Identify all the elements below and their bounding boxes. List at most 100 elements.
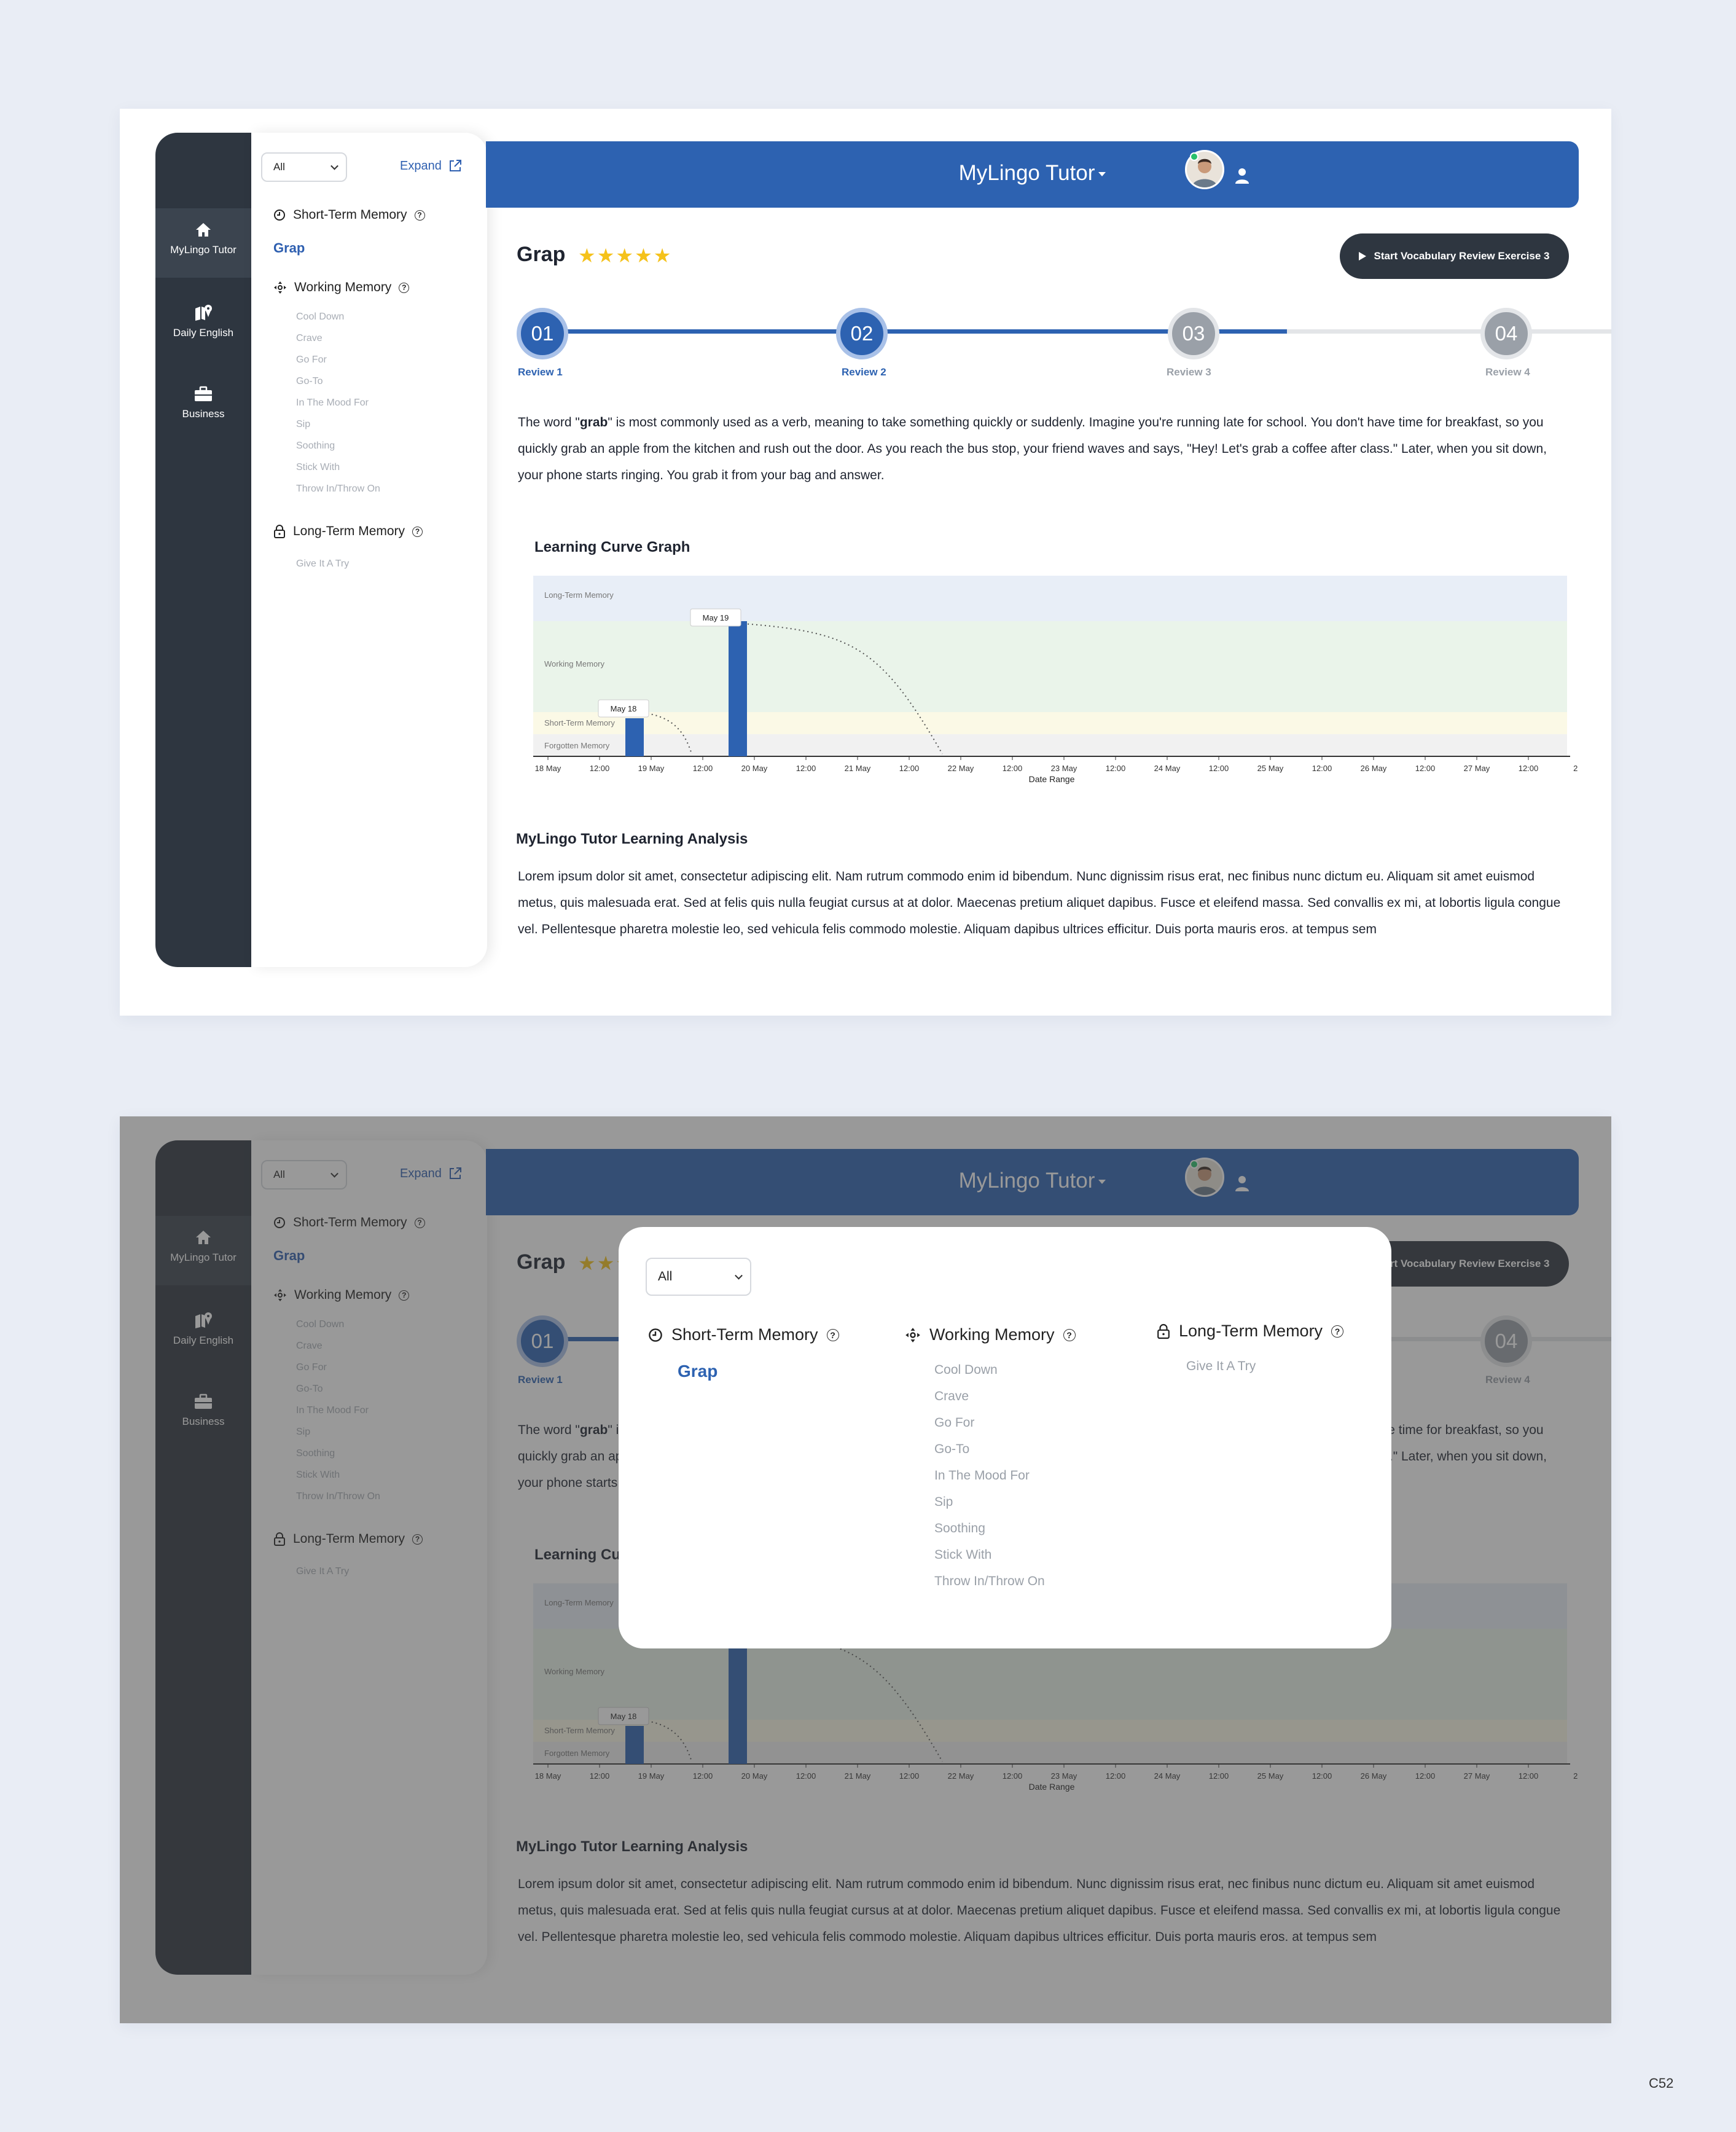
x-tick-labels: 18 May 12:00 19 May 12:00 20 May 12:00 21 May 1… <box>535 756 1578 773</box>
list-item[interactable]: Crave <box>934 1383 1076 1409</box>
list-item[interactable]: Soothing <box>934 1515 1076 1542</box>
map-pin-icon <box>195 305 212 321</box>
list-item[interactable]: Go For <box>296 349 380 370</box>
x-tick-label: 12:00 <box>1519 764 1539 773</box>
list-item[interactable]: Throw In/Throw On <box>296 478 380 500</box>
step-label: Review 4 <box>1485 366 1530 378</box>
x-tick-label: 12:00 <box>796 764 816 773</box>
step-review-2[interactable]: 02 <box>836 308 888 359</box>
help-icon[interactable]: ? <box>399 282 410 293</box>
filter-select[interactable]: All <box>261 152 347 182</box>
list-item[interactable]: In The Mood For <box>296 392 380 413</box>
working-memory-list: Cool Down Crave Go For Go-To In The Mood… <box>296 306 380 500</box>
short-term-memory-header[interactable]: Short-Term Memory ? <box>648 1325 839 1344</box>
main-screen: MyLingo Tutor Daily English Business All… <box>120 109 1611 1016</box>
x-tick-label: 27 May <box>1464 764 1490 773</box>
band-forgotten <box>533 734 1567 756</box>
x-tick-label: 23 May <box>1051 764 1077 773</box>
expand-button[interactable]: Expand <box>400 159 463 173</box>
popup-filter-select[interactable]: All <box>646 1258 751 1296</box>
list-item[interactable]: Cool Down <box>296 306 380 327</box>
working-memory-header[interactable]: Working Memory ? <box>905 1325 1076 1344</box>
x-tick-label: 21 May <box>845 764 871 773</box>
list-item[interactable]: Throw In/Throw On <box>934 1568 1076 1594</box>
chevron-down-icon <box>735 1271 743 1280</box>
app-title: MyLingo Tutor <box>958 161 1095 185</box>
list-item[interactable]: Go-To <box>934 1436 1076 1462</box>
x-tick-label: 18 May <box>535 764 561 773</box>
nav-item-daily-english[interactable]: Daily English <box>155 304 251 353</box>
x-tick-label: 20 May <box>741 764 768 773</box>
word-title: Grap <box>517 243 566 266</box>
help-icon[interactable]: ? <box>414 210 425 221</box>
word-description: The word "grab" is most commonly used as… <box>518 409 1574 488</box>
step-label: Review 3 <box>1167 366 1211 378</box>
band-working <box>533 621 1567 712</box>
analysis-title: MyLingo Tutor Learning Analysis <box>516 831 748 847</box>
user-icon[interactable] <box>1234 167 1250 184</box>
list-item[interactable]: Soothing <box>296 435 380 457</box>
filter-value: All <box>273 161 285 173</box>
x-tick-label: 12:00 <box>899 764 920 773</box>
nav-item-mylingo-tutor[interactable]: MyLingo Tutor <box>155 208 251 278</box>
word-sidebar: All Expand Short-Term Memory ? Grap Work… <box>251 133 487 967</box>
word-item-grap[interactable]: Grap <box>648 1362 839 1381</box>
list-item[interactable]: Give It A Try <box>296 553 349 574</box>
list-item[interactable]: Go For <box>934 1409 1076 1436</box>
step-label: Review 1 <box>518 366 563 378</box>
help-icon[interactable]: ? <box>412 526 423 537</box>
app-title-dropdown[interactable]: MyLingo Tutor <box>486 161 1579 186</box>
expand-label: Expand <box>400 159 442 173</box>
section-title: Long-Term Memory <box>1179 1322 1323 1340</box>
nav-rail: MyLingo Tutor Daily English Business <box>155 133 251 967</box>
long-term-memory-header[interactable]: Long-Term Memory ? <box>273 524 423 539</box>
list-item[interactable]: In The Mood For <box>934 1462 1076 1489</box>
list-item[interactable]: Crave <box>296 327 380 349</box>
list-item[interactable]: Cool Down <box>934 1357 1076 1383</box>
band-label: Short-Term Memory <box>544 718 615 727</box>
list-item[interactable]: Give It A Try <box>1186 1353 1343 1379</box>
screen-with-filter-popup: MyLingo Tutor Daily English Business All… <box>120 1116 1611 2023</box>
long-term-memory-header[interactable]: Long-Term Memory ? <box>1157 1322 1344 1341</box>
progress-line-pending <box>1287 329 1611 334</box>
list-item[interactable]: Stick With <box>934 1542 1076 1568</box>
list-item[interactable]: Stick With <box>296 457 380 478</box>
step-review-3[interactable]: 03 <box>1168 308 1219 359</box>
x-tick-label: 12:00 <box>1209 764 1229 773</box>
bar-may-18[interactable] <box>625 718 644 756</box>
x-tick-label: 26 May <box>1361 764 1387 773</box>
word-item-grap[interactable]: Grap <box>273 240 305 256</box>
popup-working-column: Working Memory ? Cool Down Crave Go For … <box>905 1325 1076 1594</box>
x-tick-label: 12:00 <box>1003 764 1023 773</box>
section-title: Short-Term Memory <box>671 1325 818 1344</box>
x-tick-label: 22 May <box>948 764 974 773</box>
clock-icon <box>274 210 285 221</box>
help-icon[interactable]: ? <box>1063 1328 1076 1341</box>
list-item[interactable]: Go-To <box>296 370 380 392</box>
step-review-1[interactable]: 01 <box>517 308 568 359</box>
nav-item-label: Daily English <box>173 327 234 339</box>
working-memory-header[interactable]: Working Memory ? <box>273 280 410 295</box>
star-rating: ★★★★★ <box>578 245 673 267</box>
help-icon[interactable]: ? <box>1331 1325 1344 1338</box>
popup-long-term-column: Long-Term Memory ? Give It A Try <box>1157 1322 1344 1379</box>
band-label: Forgotten Memory <box>544 741 610 750</box>
section-title: Working Memory <box>294 280 392 294</box>
bar-may-19[interactable] <box>729 621 747 756</box>
step-review-4[interactable]: 04 <box>1480 308 1532 359</box>
start-review-button[interactable]: Start Vocabulary Review Exercise 3 <box>1340 233 1569 279</box>
list-item[interactable]: Sip <box>934 1489 1076 1515</box>
filter-popup: All Short-Term Memory ? Grap Working Mem… <box>619 1227 1391 1648</box>
description-keyword: grab <box>579 415 608 429</box>
learning-curve-chart: Long-Term Memory Working Memory Short-Te… <box>533 576 1578 784</box>
x-tick-label: 19 May <box>638 764 665 773</box>
x-tick-label: 24 May <box>1154 764 1181 773</box>
list-item[interactable]: Sip <box>296 413 380 435</box>
x-axis-label: Date Range <box>1029 774 1075 784</box>
long-term-memory-list: Give It A Try <box>1157 1353 1343 1379</box>
filter-value: All <box>658 1269 673 1284</box>
help-icon[interactable]: ? <box>826 1328 839 1341</box>
section-title: Short-Term Memory <box>293 208 407 222</box>
nav-item-business[interactable]: Business <box>155 386 251 435</box>
short-term-memory-header[interactable]: Short-Term Memory ? <box>273 208 425 222</box>
